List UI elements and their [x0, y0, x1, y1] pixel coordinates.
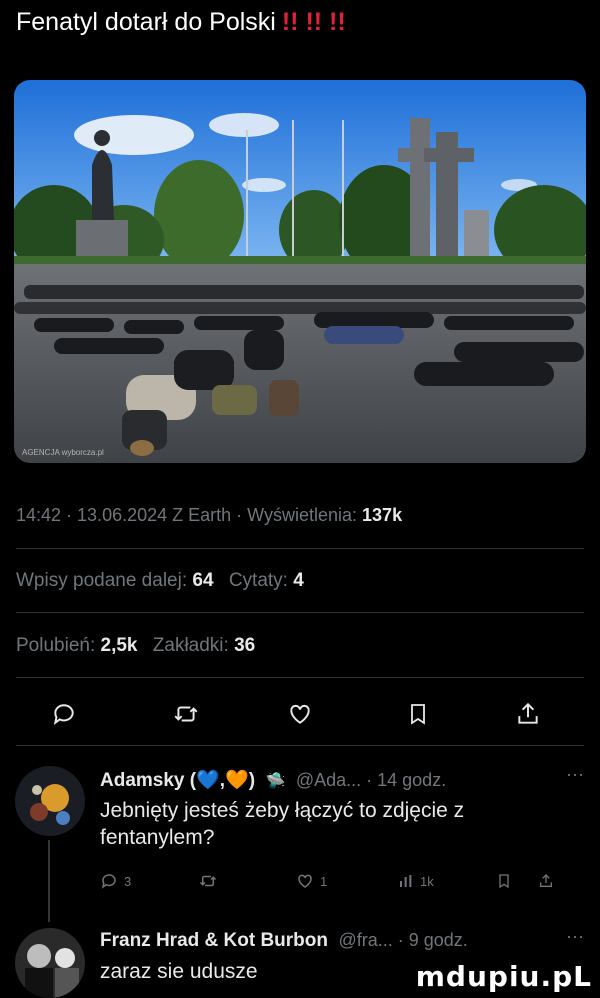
reply-icon	[101, 874, 116, 889]
reply-retweet-button[interactable]	[198, 872, 218, 890]
retweet-icon[interactable]	[166, 694, 206, 734]
bookmark-icon	[499, 874, 509, 889]
divider	[16, 745, 584, 746]
reply-icon[interactable]	[44, 694, 84, 734]
view-count: 1k	[420, 873, 434, 889]
like-icon	[298, 874, 312, 888]
avatar-planets-icon	[15, 766, 85, 836]
bookmarks-label: Zakładki:	[152, 635, 229, 656]
reply-views-button[interactable]: 1k	[398, 872, 434, 890]
retweet-icon	[199, 875, 217, 887]
bookmark-icon[interactable]	[398, 694, 438, 734]
more-options-icon[interactable]: ···	[566, 764, 584, 785]
post-title: Fenatyl dotarł do Polski!! !! !!	[16, 8, 346, 37]
views-icon	[400, 875, 412, 887]
likes-count: 2,5k	[100, 635, 138, 656]
share-icon	[540, 874, 552, 887]
post-meta: 14:42 · 13.06.2024 Z Earth · Wyświetleni…	[16, 505, 402, 526]
title-text: Fenatyl dotarł do Polski	[16, 8, 276, 36]
divider	[16, 612, 584, 613]
quotes-label: Cytaty:	[228, 570, 288, 591]
reply-handle-time[interactable]: @Ada... · 14 godz.	[296, 770, 446, 790]
divider	[16, 548, 584, 549]
reply-author-name[interactable]: Franz Hrad & Kot Burbon	[100, 930, 328, 951]
reply-header: Adamsky (💙,🧡) 🛸 @Ada... · 14 godz.	[100, 768, 590, 792]
divider	[16, 677, 584, 678]
reply-author-name[interactable]: Adamsky (💙,🧡)	[100, 770, 255, 791]
views-count: 137k	[362, 505, 403, 525]
reply-like-button[interactable]: 1	[296, 872, 327, 890]
reply-header: Franz Hrad & Kot Burbon @fra... · 9 godz…	[100, 930, 590, 952]
reposts-label: Wpisy podane dalej:	[16, 570, 188, 591]
reply-comment-button[interactable]: 3	[100, 872, 131, 890]
watermark: mdupiu.pL	[415, 960, 592, 993]
ufo-icon: 🛸	[265, 773, 286, 790]
timestamp-source: 14:42 · 13.06.2024 Z Earth · Wyświetleni…	[16, 505, 358, 525]
protest-photo-illustration: AGENCJA wyborcza.pl	[14, 80, 586, 463]
avatar-bw-photo-icon	[15, 928, 85, 998]
more-options-icon[interactable]: ···	[566, 926, 584, 947]
repost-stats[interactable]: Wpisy podane dalej: 64 Cytaty: 4	[16, 570, 314, 592]
reply-share-button[interactable]	[538, 872, 554, 890]
like-icon[interactable]	[280, 694, 320, 734]
quotes-count: 4	[293, 570, 304, 591]
likes-label: Polubień:	[16, 635, 96, 656]
post-photo[interactable]: AGENCJA wyborcza.pl	[14, 80, 586, 463]
reply-text: Jebnięty jesteś żeby łączyć to zdjęcie z…	[100, 799, 465, 849]
thread-line	[48, 840, 50, 922]
action-bar	[0, 694, 600, 734]
like-count: 1	[320, 873, 328, 889]
title-emphasis: !! !! !!	[281, 8, 346, 36]
reposts-count: 64	[192, 570, 214, 591]
avatar[interactable]	[15, 928, 85, 998]
reply-count: 3	[124, 873, 132, 889]
share-icon[interactable]	[508, 694, 548, 734]
like-stats[interactable]: Polubień: 2,5k Zakładki: 36	[16, 635, 265, 657]
avatar[interactable]	[15, 766, 85, 836]
bookmarks-count: 36	[234, 635, 256, 656]
reply-bookmark-button[interactable]	[496, 872, 512, 890]
photo-credit: AGENCJA wyborcza.pl	[22, 448, 104, 457]
reply-handle-time[interactable]: @fra... · 9 godz.	[338, 930, 467, 950]
